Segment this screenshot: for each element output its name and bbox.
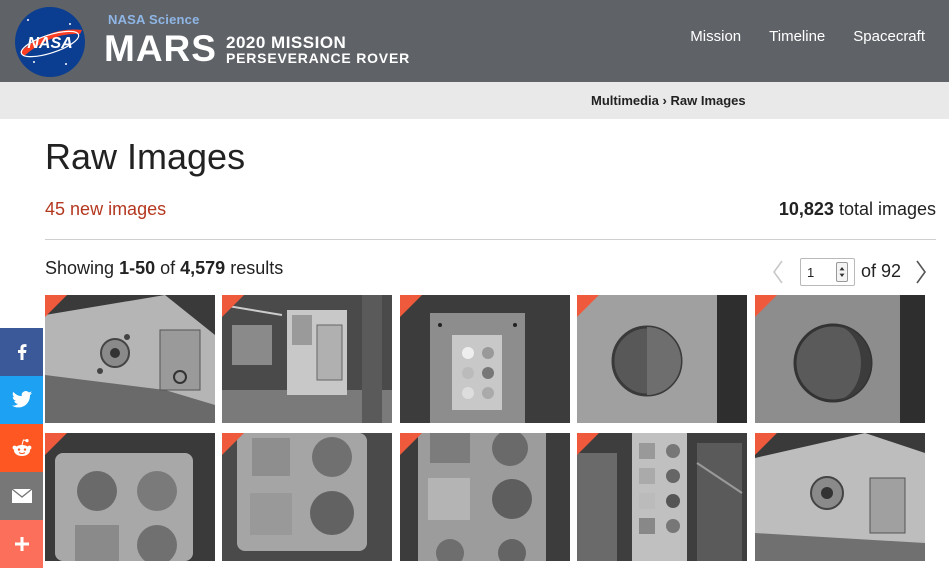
rover-body-closeup-image [755,433,925,561]
new-badge [45,295,67,317]
brand-mars: MARS [104,28,217,69]
new-badge [577,433,599,455]
rover-body-image [45,295,215,423]
nasa-logo[interactable]: NASA [14,6,86,78]
raw-image-thumbnail[interactable] [577,295,747,423]
plus-icon [14,537,29,551]
new-badge [755,295,777,317]
breadcrumb: Multimedia › Raw Images [591,93,746,108]
new-badge [400,295,422,317]
new-badge [222,295,244,317]
total-images-label: total images [838,199,936,219]
share-email-button[interactable] [0,472,43,520]
new-badge [222,433,244,455]
raw-image-thumbnail[interactable] [400,433,570,561]
breadcrumb-bar: Multimedia › Raw Images [0,82,949,119]
breadcrumb-raw-images[interactable]: Raw Images [671,93,746,108]
twitter-icon [11,391,32,408]
next-page-icon[interactable] [913,258,929,286]
showing-range: 1-50 [119,258,156,278]
rover-deck-image [222,295,392,423]
showing-total: 4,579 [180,258,226,278]
svg-text:NASA: NASA [27,35,72,52]
share-facebook-button[interactable] [0,328,43,376]
raw-image-thumbnail[interactable] [755,433,925,561]
new-images-label: new images [70,199,167,219]
page-total: 92 [881,261,902,281]
email-icon [11,488,32,503]
results-summary: Showing 1-50 of 4,579 results [45,258,283,279]
showing-prefix: Showing [45,258,115,278]
new-badge [45,433,67,455]
page-of-label: of [861,261,877,281]
new-badge [755,433,777,455]
raw-image-thumbnail[interactable] [400,295,570,423]
new-images-count: 45 [45,199,66,219]
share-bar [0,328,43,568]
brand-rover: PERSEVERANCE ROVER [226,50,410,66]
raw-image-thumbnail[interactable] [755,295,925,423]
facebook-icon [17,344,26,360]
site-header: NASA NASA Science MARS 2020 MISSION PERS… [0,0,949,82]
main-nav: Mission Timeline Spacecraft [690,28,925,45]
total-images: 10,823 total images [779,199,936,220]
share-more-button[interactable] [0,520,43,568]
divider [45,239,936,240]
raw-image-thumbnail[interactable] [45,295,215,423]
nav-mission[interactable]: Mission [690,28,741,45]
share-reddit-button[interactable] [0,424,43,472]
nav-spacecraft[interactable]: Spacecraft [853,28,925,45]
previous-page-icon[interactable] [770,258,786,286]
new-badge [400,433,422,455]
four-well-plate-image [45,433,215,561]
breadcrumb-separator: › [662,93,667,108]
raw-image-thumbnail[interactable] [45,433,215,561]
textured-well-plate-image [222,433,392,561]
new-badge [577,295,599,317]
total-images-count: 10,823 [778,199,834,219]
breadcrumb-multimedia[interactable]: Multimedia [591,93,659,108]
reddit-icon [12,439,31,456]
showing-of: of [160,258,176,278]
share-twitter-button[interactable] [0,376,43,424]
nav-timeline[interactable]: Timeline [769,28,825,45]
raw-image-thumbnail[interactable] [222,295,392,423]
raw-image-thumbnail[interactable] [577,433,747,561]
calibration-target-image [400,295,570,423]
calibration-strip-image [577,433,747,561]
new-images-link[interactable]: 45 new images [45,199,166,220]
raw-image-thumbnail[interactable] [222,433,392,561]
sample-cup-shadow-image [755,295,925,423]
page-count: of 92 [861,261,901,282]
brand-nasa-science: NASA Science [108,12,200,27]
sample-well-plate-image [400,433,570,561]
showing-suffix: results [230,258,284,278]
pagination: of 92 [773,258,929,288]
page-title: Raw Images [45,136,246,177]
page-stepper-icon[interactable] [836,262,848,282]
sample-cup-image [577,295,747,423]
